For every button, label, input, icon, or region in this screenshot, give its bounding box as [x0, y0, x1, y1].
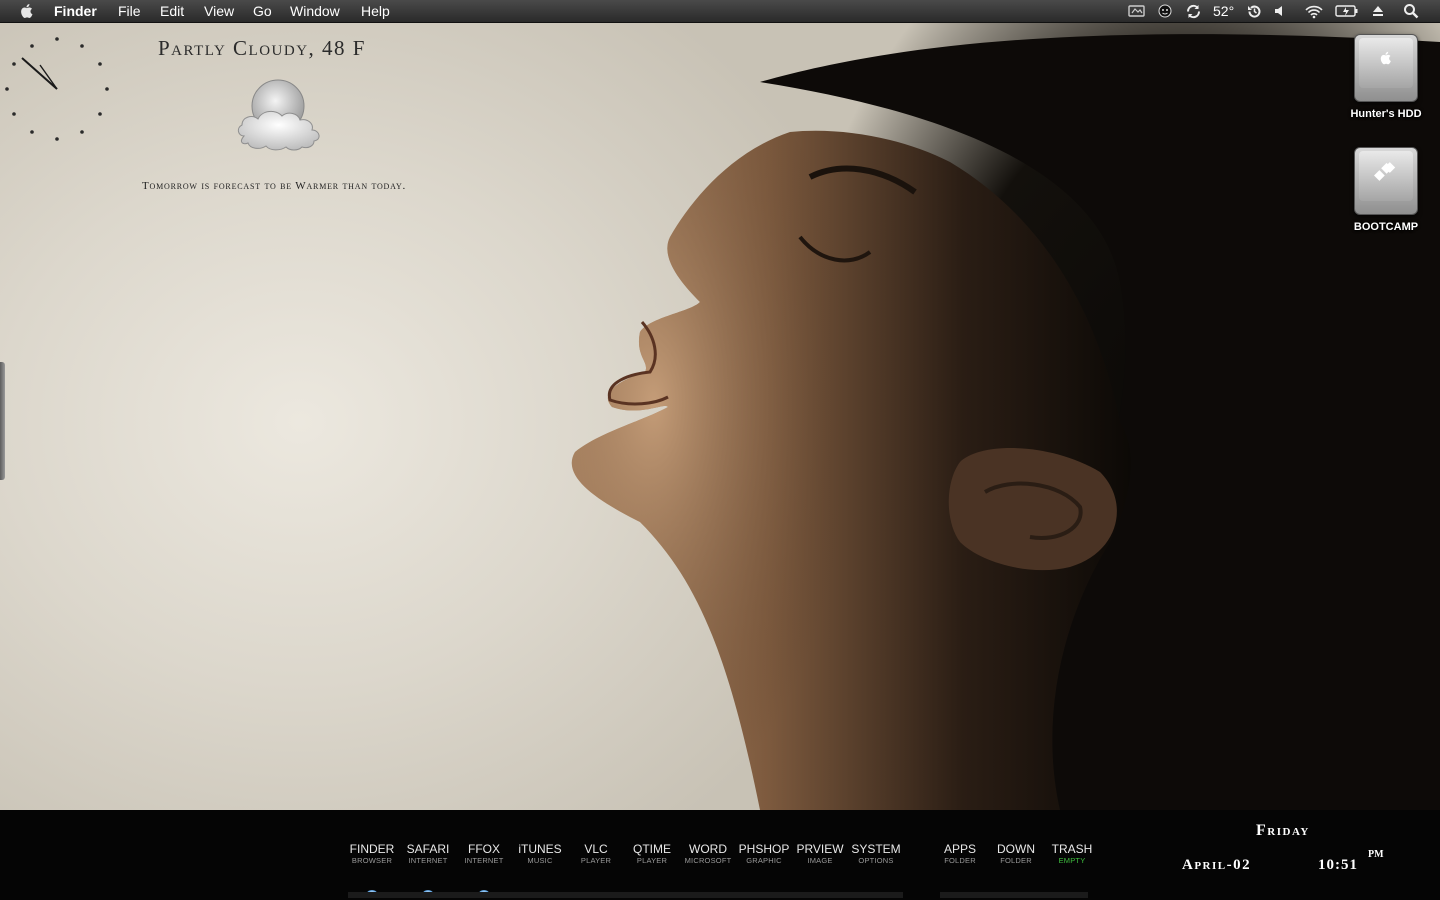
windows-drive-icon — [1354, 147, 1418, 215]
menu-file[interactable]: File — [118, 2, 141, 20]
dock-item-finder[interactable]: FINDER BROWSER — [340, 843, 404, 866]
dock-item-word[interactable]: WORD MICROSOFT — [676, 843, 740, 866]
dock-label-reflection — [348, 892, 903, 898]
menu-bar: Finder File Edit View Go Window Help 52° — [0, 0, 1440, 23]
menu-view[interactable]: View — [204, 2, 234, 20]
dock-label-reflection — [940, 892, 1088, 898]
dock-item-applications-folder[interactable]: APPS FOLDER — [928, 843, 992, 866]
menu-help[interactable]: Help — [361, 2, 390, 20]
face-icon[interactable] — [1158, 2, 1172, 20]
apple-drive-icon — [1354, 34, 1418, 102]
menu-app-finder[interactable]: Finder — [54, 2, 97, 20]
day-of-week: Friday — [1256, 822, 1310, 839]
dock-item-downloads-folder[interactable]: DOWN FOLDER — [984, 843, 1048, 866]
weather-condition-title: Partly Cloudy, 48 F — [158, 36, 366, 60]
menu-edit[interactable]: Edit — [160, 2, 184, 20]
dock-item-system-preferences[interactable]: SYSTEM OPTIONS — [844, 843, 908, 866]
temperature-readout[interactable]: 52° — [1213, 2, 1234, 20]
menu-go[interactable]: Go — [253, 2, 272, 20]
dock-item-itunes[interactable]: iTUNES MUSIC — [508, 843, 572, 866]
menu-extra-icon[interactable] — [1128, 2, 1145, 20]
dock-item-vlc[interactable]: VLC PLAYER — [564, 843, 628, 866]
battery-icon[interactable] — [1335, 2, 1359, 20]
drive-label: BOOTCAMP — [1353, 221, 1419, 233]
dock-item-firefox[interactable]: FFOX INTERNET — [452, 843, 516, 866]
date-readout: April-02 — [1182, 857, 1252, 873]
desktop-wallpaper — [0, 22, 1440, 810]
dock-item-preview[interactable]: PRVIEW IMAGE — [788, 843, 852, 866]
time-readout: 10:51 — [1318, 857, 1358, 873]
dock-item-quicktime[interactable]: QTIME PLAYER — [620, 843, 684, 866]
dock-item-photoshop[interactable]: PHSHOP GRAPHIC — [732, 843, 796, 866]
spotlight-icon[interactable] — [1403, 2, 1419, 20]
sync-icon[interactable] — [1185, 2, 1202, 20]
drive-bootcamp[interactable]: BOOTCAMP — [1341, 147, 1431, 233]
partly-cloudy-icon — [237, 79, 320, 151]
dock-item-trash[interactable]: TRASH EMPTY — [1040, 843, 1104, 866]
volume-icon[interactable] — [1274, 2, 1286, 20]
analog-clock-widget — [5, 37, 109, 141]
am-pm-indicator: PM — [1368, 849, 1384, 860]
drive-label: Hunter's HDD — [1350, 108, 1422, 120]
menu-window[interactable]: Window — [290, 2, 340, 20]
sidebar-drawer-handle[interactable] — [0, 362, 5, 480]
time-machine-icon[interactable] — [1246, 2, 1263, 20]
drive-hunters-hdd[interactable]: Hunter's HDD — [1341, 34, 1431, 120]
wallpaper-portrait — [571, 34, 1440, 810]
dock-item-safari[interactable]: SAFARI INTERNET — [396, 843, 460, 866]
apple-menu-icon[interactable] — [18, 2, 36, 20]
wifi-icon[interactable] — [1304, 2, 1324, 20]
weather-forecast-text: Tomorrow is forecast to be Warmer than t… — [142, 180, 407, 192]
clock-hour-hand — [21, 57, 58, 90]
eject-icon[interactable] — [1371, 2, 1385, 20]
